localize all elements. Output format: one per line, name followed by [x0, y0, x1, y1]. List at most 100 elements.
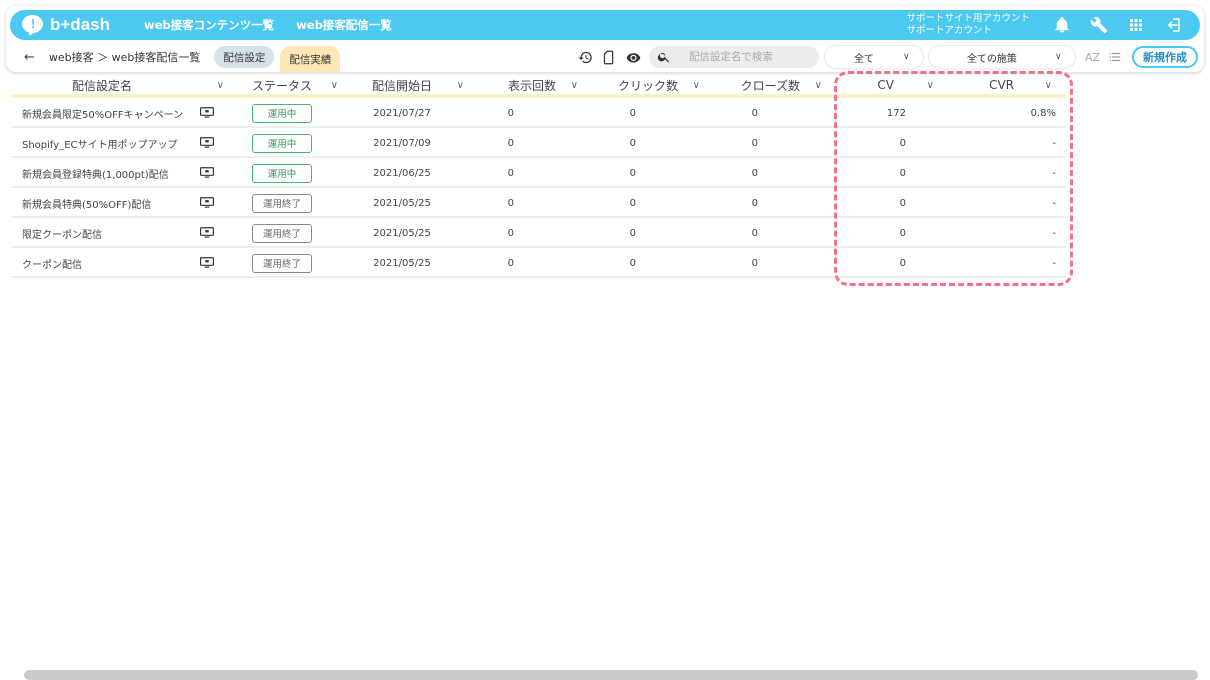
col-cv-header[interactable]: CV ∨ — [826, 74, 946, 96]
pc-device-icon — [192, 197, 222, 209]
logo-text: b+dash — [50, 15, 110, 34]
status-filter-value: 全て — [853, 53, 874, 65]
row-name: クーポン配信 — [22, 259, 82, 271]
chevron-down-icon[interactable]: ∨ — [815, 80, 822, 91]
table-row[interactable]: 新規会員特典(50%OFF)配信 運用終了 2021/05/25 0 0 0 0… — [12, 190, 1066, 218]
chevron-down-icon[interactable]: ∨ — [1045, 80, 1052, 91]
app-root: ! b+dash web接客コンテンツ一覧 web接客配信一覧 サポートサイト用… — [0, 0, 1210, 680]
table-row[interactable]: 限定クーポン配信 運用終了 2021/05/25 0 0 0 0 - — [12, 220, 1066, 248]
logo[interactable]: ! b+dash — [22, 14, 110, 38]
col-name-header[interactable]: 配信設定名 ∨ — [12, 74, 224, 96]
apps-grid-icon[interactable] — [1126, 15, 1146, 35]
file-icon[interactable] — [601, 48, 619, 66]
row-cv: 0 — [899, 167, 906, 179]
wrench-icon[interactable] — [1089, 15, 1109, 35]
row-start-date: 2021/05/25 — [373, 227, 431, 239]
row-start-date: 2021/05/25 — [373, 197, 431, 209]
row-start-date: 2021/06/25 — [373, 167, 431, 179]
row-name: 限定クーポン配信 — [22, 229, 102, 241]
list-view-icon[interactable] — [1108, 50, 1122, 64]
row-closes: 0 — [751, 197, 758, 209]
status-cell: 運用中 — [222, 133, 342, 153]
row-start-date: 2021/07/09 — [373, 137, 431, 149]
logout-icon[interactable] — [1163, 15, 1183, 35]
chevron-down-icon[interactable]: ∨ — [693, 80, 700, 91]
account-name: サポートアカウント — [906, 25, 992, 36]
row-clicks: 0 — [629, 257, 636, 269]
status-cell: 運用中 — [222, 103, 342, 123]
row-impressions: 0 — [507, 167, 514, 179]
create-new-button[interactable]: 新規作成 — [1132, 46, 1198, 68]
eye-icon[interactable] — [625, 48, 643, 66]
tab-delivery-settings[interactable]: 配信設定 — [214, 46, 275, 68]
logo-bubble-icon: ! — [22, 14, 48, 38]
row-impressions: 0 — [507, 197, 514, 209]
tab-delivery-results[interactable]: 配信実績 — [280, 46, 341, 72]
row-cvr: - — [1052, 227, 1056, 239]
row-impressions: 0 — [507, 227, 514, 239]
nav-web-content-list[interactable]: web接客コンテンツ一覧 — [144, 17, 274, 33]
col-cvr-header[interactable]: CVR ∨ — [946, 74, 1066, 96]
table-row[interactable]: 新規会員限定50%OFFキャンペーン 運用中 2021/07/27 0 0 0 … — [12, 100, 1066, 128]
history-icon[interactable] — [577, 48, 595, 66]
row-clicks: 0 — [629, 137, 636, 149]
search-icon — [657, 52, 670, 63]
col-closes-header[interactable]: クローズ数 ∨ — [704, 74, 826, 96]
row-name: Shopify_ECサイト用ポップアップ — [22, 139, 178, 151]
campaign-filter-select[interactable]: 全ての施策 ∨ — [928, 46, 1075, 68]
pc-device-icon — [192, 227, 222, 239]
account-site: サポートサイト用アカウント — [906, 13, 1030, 24]
col-start-header[interactable]: 配信開始日 ∨ — [342, 74, 464, 96]
row-clicks: 0 — [629, 107, 636, 119]
table-row[interactable]: 新規会員登録特典(1,000pt)配信 運用中 2021/06/25 0 0 0… — [12, 160, 1066, 188]
row-closes: 0 — [751, 137, 758, 149]
status-badge: 運用終了 — [252, 253, 312, 273]
account-info[interactable]: サポートサイト用アカウント サポートアカウント — [906, 13, 1030, 37]
col-impressions-header[interactable]: 表示回数 ∨ — [462, 74, 582, 96]
sort-az-icon[interactable]: AZ — [1085, 51, 1100, 64]
bell-icon[interactable] — [1052, 15, 1072, 35]
pc-device-icon — [192, 107, 222, 119]
row-closes: 0 — [751, 257, 758, 269]
chevron-down-icon: ∨ — [1054, 52, 1062, 62]
search-field[interactable] — [648, 46, 819, 68]
pc-device-icon — [192, 257, 222, 269]
status-cell: 運用終了 — [222, 253, 342, 273]
status-badge: 運用中 — [252, 163, 312, 183]
status-badge: 運用中 — [252, 133, 312, 153]
row-cv: 172 — [886, 107, 906, 119]
status-badge: 運用終了 — [252, 193, 312, 213]
row-cv: 0 — [899, 197, 906, 209]
row-clicks: 0 — [629, 167, 636, 179]
toolbar-icons: 全て ∨ 全ての施策 ∨ AZ 新規作成 — [571, 46, 1204, 68]
row-start-date: 2021/07/27 — [373, 107, 431, 119]
status-cell: 運用中 — [222, 163, 342, 183]
row-closes: 0 — [751, 227, 758, 239]
status-filter-select[interactable]: 全て ∨ — [824, 46, 923, 68]
chevron-down-icon[interactable]: ∨ — [571, 80, 578, 91]
row-closes: 0 — [751, 107, 758, 119]
campaign-filter-value: 全ての施策 — [966, 53, 1017, 65]
search-input[interactable] — [688, 51, 819, 63]
col-status-header[interactable]: ステータス ∨ — [222, 74, 342, 96]
chevron-down-icon: ∨ — [902, 52, 910, 62]
pc-device-icon — [192, 137, 222, 149]
row-cvr: - — [1052, 167, 1056, 179]
back-arrow-icon[interactable]: ← — [24, 50, 35, 65]
status-badge: 運用終了 — [252, 223, 312, 243]
horizontal-scrollbar[interactable] — [24, 670, 1198, 680]
chevron-down-icon[interactable]: ∨ — [331, 80, 338, 91]
table-row[interactable]: Shopify_ECサイト用ポップアップ 運用中 2021/07/09 0 0 … — [12, 130, 1066, 158]
row-cv: 0 — [899, 227, 906, 239]
table-body: 新規会員限定50%OFFキャンペーン 運用中 2021/07/27 0 0 0 … — [12, 100, 1066, 278]
nav-web-delivery-list[interactable]: web接客配信一覧 — [296, 17, 392, 33]
pc-device-icon — [192, 167, 222, 179]
table-row[interactable]: クーポン配信 運用終了 2021/05/25 0 0 0 0 - — [12, 250, 1066, 278]
col-clicks-header[interactable]: クリック数 ∨ — [582, 74, 704, 96]
table-header: 配信設定名 ∨ ステータス ∨ 配信開始日 ∨ 表示回数 ∨ クリック数 ∨ ク… — [12, 76, 1066, 98]
chevron-down-icon[interactable]: ∨ — [927, 80, 934, 91]
status-cell: 運用終了 — [222, 193, 342, 213]
row-impressions: 0 — [507, 137, 514, 149]
header: ! b+dash web接客コンテンツ一覧 web接客配信一覧 サポートサイト用… — [6, 6, 1204, 72]
row-cvr: - — [1052, 137, 1056, 149]
